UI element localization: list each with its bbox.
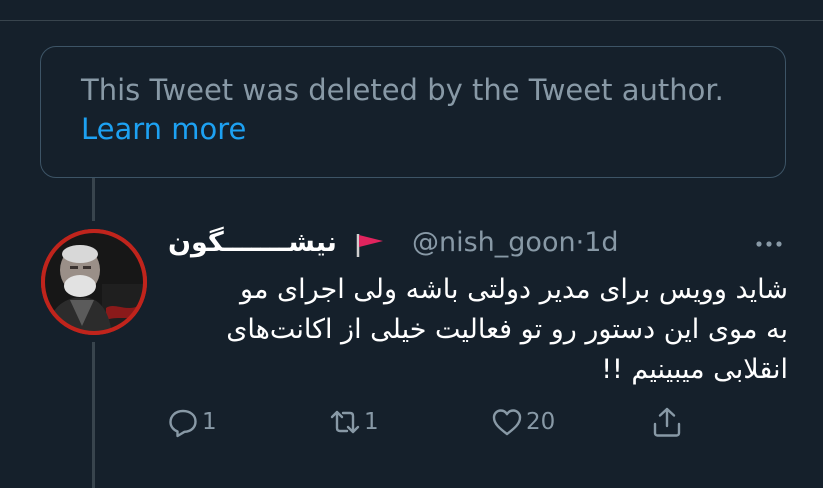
retweet-count: 1 (364, 409, 379, 435)
timestamp[interactable]: 1d (584, 227, 618, 258)
reply-button[interactable]: 1 (166, 402, 217, 442)
handle[interactable]: @nish_goon (412, 227, 576, 258)
separator: · (575, 227, 585, 258)
deleted-tweet-message: This Tweet was deleted by the Tweet auth… (81, 73, 724, 107)
deleted-tweet-notice: This Tweet was deleted by the Tweet auth… (40, 46, 786, 178)
like-icon (492, 409, 522, 436)
like-button[interactable]: 20 (490, 402, 555, 442)
like-count: 20 (526, 409, 556, 435)
handle-and-time: @nish_goon·1d (412, 226, 619, 260)
tweet-text: شاید وویس برای مدیر دولتی باشه ولی اجرای… (168, 270, 788, 390)
red-flag-icon (356, 234, 383, 257)
thread-connector-line (92, 178, 95, 221)
retweet-icon (330, 410, 360, 434)
reply-count: 1 (202, 409, 217, 435)
reply-icon (169, 409, 197, 438)
share-icon (653, 407, 681, 437)
tweet-actions-bar: 1 1 20 (0, 402, 823, 442)
learn-more-link[interactable]: Learn more (81, 109, 785, 149)
share-button[interactable] (650, 402, 684, 442)
tweet-text-line: به موی این دستور رو تو فعالیت خیلی از اک… (226, 314, 788, 345)
avatar[interactable] (40, 228, 148, 336)
tweet-text-line: انقلابی میبینیم !! (601, 354, 788, 385)
top-divider (0, 20, 823, 21)
retweet-button[interactable]: 1 (328, 402, 379, 442)
more-options-icon[interactable] (750, 232, 788, 256)
display-name[interactable]: نیشـــــــگون (168, 226, 337, 260)
tweet-text-line: شاید وویس برای مدیر دولتی باشه ولی اجرای… (240, 274, 788, 305)
tweet-header: نیشـــــــگون @nish_goon·1d (168, 226, 788, 262)
